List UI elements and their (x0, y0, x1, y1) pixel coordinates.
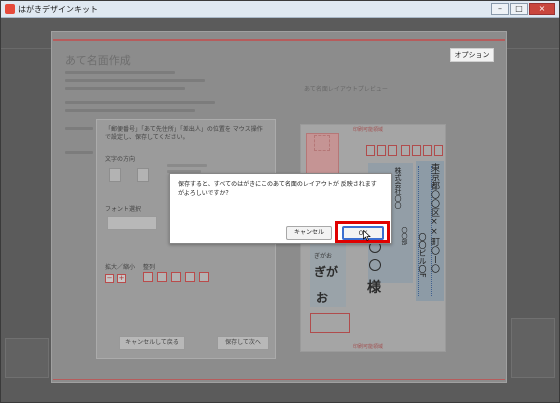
mouse-cursor-icon (363, 230, 371, 241)
recipient-address: 東京都〇〇区××町〇ー〇 (429, 163, 439, 273)
faint-text-line (65, 109, 195, 112)
title-bar: はがきデザインキット – □ × (1, 1, 559, 18)
faint-text-line (65, 151, 93, 154)
zip-box[interactable] (377, 145, 386, 156)
dialog-message: 保存すると、すべてのはがきにこのあて名面のレイアウトが 反映されますがよろしいで… (178, 181, 377, 197)
option-button[interactable]: オプション (450, 48, 494, 62)
save-and-next-button[interactable]: 保存して次へ (217, 336, 269, 350)
align-label: 整列 (143, 264, 156, 271)
horizontal-text-icon[interactable] (137, 168, 149, 182)
maximize-button[interactable]: □ (510, 3, 528, 15)
zip-box[interactable] (366, 145, 375, 156)
page-title: あて名面作成 (65, 54, 131, 67)
align-center-icon[interactable] (157, 272, 167, 282)
app-icon (5, 4, 15, 14)
cancel-and-back-button[interactable]: キャンセルして戻る (119, 336, 185, 350)
zip-box[interactable] (401, 145, 410, 156)
align-bottom-icon[interactable] (199, 272, 209, 282)
faint-text-line (167, 164, 207, 167)
zip-box[interactable] (412, 145, 421, 156)
sender-name-part2: お (316, 291, 329, 305)
close-button[interactable]: × (529, 3, 555, 15)
stamp-box (314, 135, 330, 151)
printable-area-label-bottom: 印刷可能領域 (353, 344, 384, 350)
minimize-button[interactable]: – (491, 3, 509, 15)
faint-text-line (65, 71, 175, 74)
vertical-text-icon[interactable] (109, 168, 121, 182)
recipient-department: 〇〇部 (400, 227, 407, 245)
accent-line-top (53, 39, 505, 41)
zoom-in-button[interactable]: + (117, 274, 126, 283)
accent-line-bottom (53, 379, 505, 380)
sender-zip-area[interactable] (310, 313, 350, 333)
text-direction-label: 文字の方向 (105, 156, 136, 163)
faint-text-line (65, 127, 93, 130)
zoom-label: 拡大／縮小 (105, 264, 136, 271)
font-select[interactable] (107, 216, 157, 230)
zip-box[interactable] (388, 145, 397, 156)
window-title: はがきデザインキット (18, 5, 98, 14)
app-window: はがきデザインキット – □ × オプション あて名面作成 あて名面レイアウトプ… (0, 0, 560, 403)
right-side-panel (511, 318, 555, 378)
instruction-text: 「郵便番号」「あて先住所」「差出人」の位置を マウス操作で設定し、保存してくださ… (105, 126, 263, 141)
align-left-icon[interactable] (143, 272, 153, 282)
name-suffix: 様 (367, 280, 381, 296)
zoom-out-button[interactable]: − (105, 274, 114, 283)
zip-box[interactable] (423, 145, 432, 156)
faint-text-line (65, 79, 205, 82)
sender-name: ぎがお (314, 253, 333, 260)
preview-label: あて名面レイアウトプレビュー (304, 86, 388, 93)
printable-area-label-top: 印刷可能領域 (353, 127, 384, 133)
recipient-company: 株式会社〇〇 (394, 167, 402, 209)
name-placeholder (369, 259, 381, 271)
sender-name-part1: ぎが (314, 265, 339, 279)
align-right-icon[interactable] (171, 272, 181, 282)
faint-text-line (65, 87, 185, 90)
left-side-panel (5, 338, 49, 378)
dialog-cancel-button[interactable]: キャンセル (286, 226, 332, 240)
zip-box[interactable] (434, 145, 443, 156)
window-controls: – □ × (490, 3, 555, 15)
font-select-label: フォント選択 (105, 206, 142, 213)
recipient-building: 〇〇ビル〇F (418, 233, 427, 278)
faint-text-line (65, 101, 215, 104)
align-top-icon[interactable] (185, 272, 195, 282)
